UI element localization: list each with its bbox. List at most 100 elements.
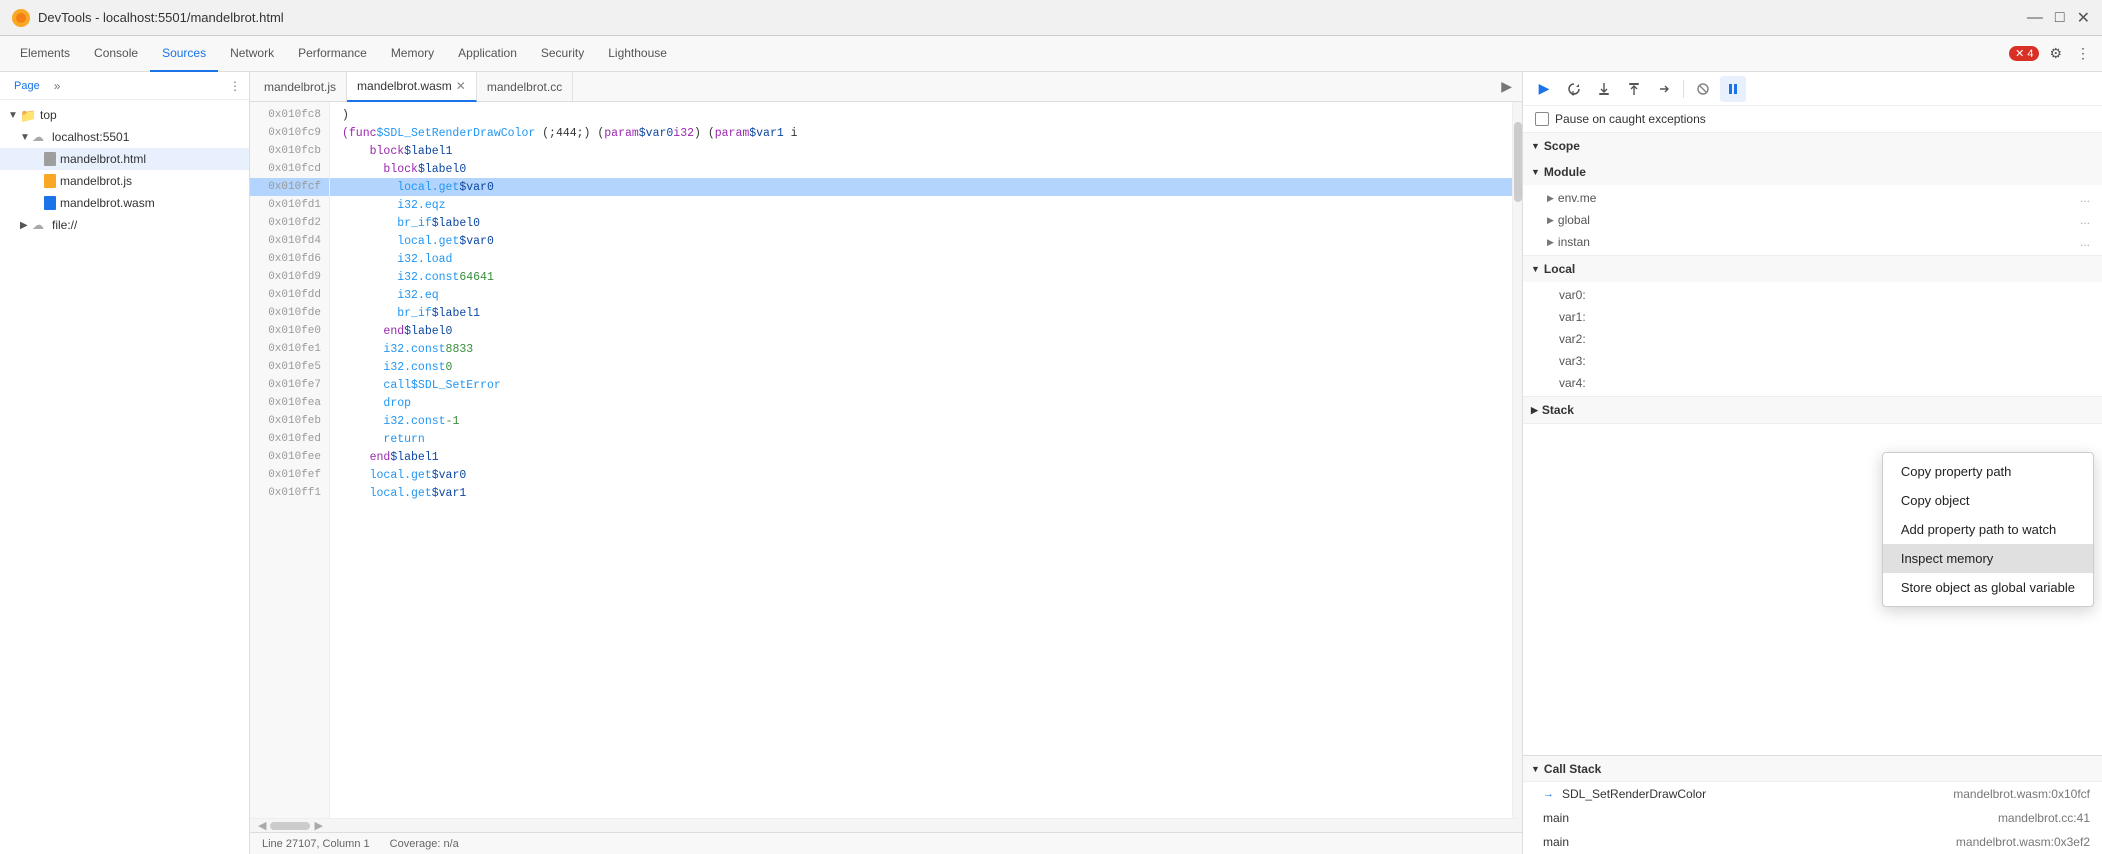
sidebar-menu-icon[interactable]: ⋮ <box>229 79 241 93</box>
editor-tab-mandelbrot-wasm[interactable]: mandelbrot.wasm ✕ <box>347 72 477 102</box>
deactivate-breakpoints[interactable] <box>1690 76 1716 102</box>
tree-item-top[interactable]: ▼ 📁 top <box>0 104 249 126</box>
hscroll-thumb[interactable] <box>270 822 310 830</box>
tree-item-mandelbrot-html[interactable]: ▶ mandelbrot.html <box>0 148 249 170</box>
line-num-18: 0x010feb <box>250 412 329 430</box>
code-line-16: call $SDL_SetError <box>330 376 1512 394</box>
line-numbers: 0x010fc8 0x010fc9 0x010fcb 0x010fcd 0x01… <box>250 102 330 818</box>
tab-memory[interactable]: Memory <box>379 36 446 72</box>
step-over-button[interactable] <box>1561 76 1587 102</box>
error-badge[interactable]: ✕ 4 <box>2009 46 2039 61</box>
sidebar: Page » ⋮ ▼ 📁 top ▼ ☁ localhost:5501 ▶ <box>0 72 250 854</box>
status-bar: Line 27107, Column 1 Coverage: n/a <box>250 832 1522 854</box>
tree-item-mandelbrot-js[interactable]: ▶ mandelbrot.js <box>0 170 249 192</box>
step-into-button[interactable] <box>1591 76 1617 102</box>
code-view[interactable]: ) (func $SDL_SetRenderDrawColor (;444;) … <box>330 102 1512 818</box>
tab-console[interactable]: Console <box>82 36 150 72</box>
scope-row-var0[interactable]: var0: <box>1523 284 2102 306</box>
callstack-item-main1[interactable]: main mandelbrot.cc:41 <box>1523 806 2102 830</box>
scrollbar-thumb[interactable] <box>1514 122 1522 202</box>
step-button[interactable] <box>1651 76 1677 102</box>
tree-item-localhost[interactable]: ▼ ☁ localhost:5501 <box>0 126 249 148</box>
var1-key: var1: <box>1559 310 1619 324</box>
line-num-13: 0x010fe0 <box>250 322 329 340</box>
scope-row-instan[interactable]: ▶ instan ... <box>1523 231 2102 253</box>
sidebar-more-icon[interactable]: » <box>54 79 61 93</box>
error-count: 4 <box>2027 48 2033 60</box>
window-title: DevTools - localhost:5501/mandelbrot.htm… <box>38 10 2019 25</box>
global-ellipsis: ... <box>2080 213 2090 227</box>
debug-toolbar: ▶ <box>1523 72 2102 106</box>
line-num-1: 0x010fc8 <box>250 106 329 124</box>
scope-section-header[interactable]: ▼ Scope <box>1523 133 2102 159</box>
code-line-17: drop <box>330 394 1512 412</box>
line-num-15: 0x010fe5 <box>250 358 329 376</box>
window-controls[interactable]: — □ ✕ <box>2027 8 2090 28</box>
tab-security[interactable]: Security <box>529 36 596 72</box>
scope-row-global[interactable]: ▶ global ... <box>1523 209 2102 231</box>
tab-label-wasm: mandelbrot.wasm <box>357 79 452 93</box>
sidebar-tab-page[interactable]: Page <box>8 80 46 92</box>
vertical-scrollbar[interactable] <box>1512 102 1522 818</box>
code-line-9: i32.load <box>330 250 1512 268</box>
tree-item-mandelbrot-wasm[interactable]: ▶ mandelbrot.wasm <box>0 192 249 214</box>
tab-close-wasm[interactable]: ✕ <box>456 79 466 93</box>
tree-item-file[interactable]: ▶ ☁ file:// <box>0 214 249 236</box>
context-item-copy-object[interactable]: Copy object <box>1883 486 2093 515</box>
var0-key: var0: <box>1559 288 1619 302</box>
env-expand-icon: ▶ <box>1547 193 1554 204</box>
local-section-header[interactable]: ▼ Local <box>1523 256 2102 282</box>
editor-tab-mandelbrot-cc[interactable]: mandelbrot.cc <box>477 72 573 102</box>
scroll-right-arrow[interactable]: ▶ <box>310 819 326 832</box>
tree-arrow: ▶ <box>20 220 32 231</box>
tab-performance[interactable]: Performance <box>286 36 379 72</box>
close-button[interactable]: ✕ <box>2077 8 2090 28</box>
step-out-button[interactable] <box>1621 76 1647 102</box>
callstack-item-sdl[interactable]: → SDL_SetRenderDrawColor mandelbrot.wasm… <box>1523 782 2102 806</box>
settings-button[interactable]: ⚙ <box>2045 41 2066 66</box>
more-menu-button[interactable]: ⋮ <box>2072 41 2094 66</box>
instan-ellipsis: ... <box>2080 235 2090 249</box>
stack-section: ▶ Stack <box>1523 397 2102 424</box>
context-item-store-global[interactable]: Store object as global variable <box>1883 573 2093 602</box>
code-line-21: local.get $var0 <box>330 466 1512 484</box>
tab-network[interactable]: Network <box>218 36 286 72</box>
resume-button[interactable]: ▶ <box>1531 76 1557 102</box>
scope-row-env[interactable]: ▶ env.me ... <box>1523 187 2102 209</box>
local-section: ▼ Local var0: var1: var2: <box>1523 256 2102 397</box>
line-num-8: 0x010fd4 <box>250 232 329 250</box>
global-key: global <box>1558 213 1618 227</box>
scope-row-var2[interactable]: var2: <box>1523 328 2102 350</box>
tab-nav-right[interactable]: ▶ <box>1495 78 1518 95</box>
stack-section-header[interactable]: ▶ Stack <box>1523 397 2102 423</box>
editor-content: 0x010fc8 0x010fc9 0x010fcb 0x010fcd 0x01… <box>250 102 1522 818</box>
tree-label-top: top <box>40 108 57 122</box>
tab-application[interactable]: Application <box>446 36 529 72</box>
context-item-add-watch[interactable]: Add property path to watch <box>1883 515 2093 544</box>
callstack-item-main2[interactable]: main mandelbrot.wasm:0x3ef2 <box>1523 830 2102 854</box>
pause-button[interactable] <box>1720 76 1746 102</box>
tab-sources[interactable]: Sources <box>150 36 218 72</box>
minimize-button[interactable]: — <box>2027 8 2043 28</box>
module-section-header[interactable]: ▼ Module <box>1523 159 2102 185</box>
scope-row-var4[interactable]: var4: <box>1523 372 2102 394</box>
tab-elements[interactable]: Elements <box>8 36 82 72</box>
scope-row-var1[interactable]: var1: <box>1523 306 2102 328</box>
pause-exceptions-checkbox[interactable] <box>1535 112 1549 126</box>
line-num-5: 0x010fcf <box>250 178 329 196</box>
code-line-2: (func $SDL_SetRenderDrawColor (;444;) (p… <box>330 124 1512 142</box>
tab-lighthouse[interactable]: Lighthouse <box>596 36 679 72</box>
editor-tab-mandelbrot-js[interactable]: mandelbrot.js <box>254 72 347 102</box>
code-line-7: br_if $label0 <box>330 214 1512 232</box>
context-item-inspect-memory[interactable]: Inspect memory <box>1883 544 2093 573</box>
code-line-13: end $label0 <box>330 322 1512 340</box>
scroll-left-arrow[interactable]: ◀ <box>254 819 270 832</box>
horizontal-scrollbar[interactable]: ◀ ▶ <box>250 818 1522 832</box>
tree-arrow: ▼ <box>20 132 32 143</box>
scope-panel: ▼ Scope ▼ Module ▶ env.me ... ▶ <box>1523 133 2102 755</box>
maximize-button[interactable]: □ <box>2055 8 2065 28</box>
call-stack-header[interactable]: ▼ Call Stack <box>1523 756 2102 782</box>
line-num-6: 0x010fd1 <box>250 196 329 214</box>
context-item-copy-path[interactable]: Copy property path <box>1883 457 2093 486</box>
scope-row-var3[interactable]: var3: <box>1523 350 2102 372</box>
